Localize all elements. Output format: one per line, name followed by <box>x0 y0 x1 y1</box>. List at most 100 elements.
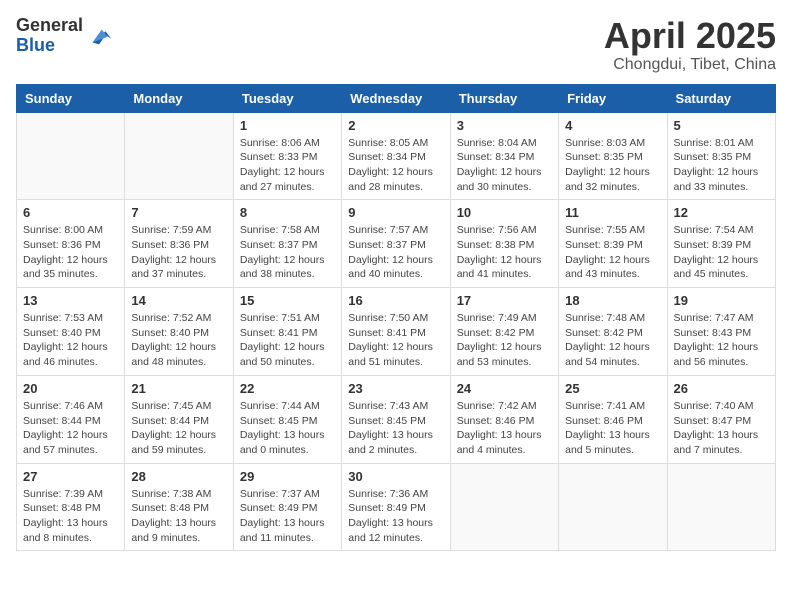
day-number: 10 <box>457 205 552 220</box>
day-info: Sunrise: 7:58 AMSunset: 8:37 PMDaylight:… <box>240 223 335 282</box>
table-row: 29 Sunrise: 7:37 AMSunset: 8:49 PMDayligh… <box>233 463 341 551</box>
header-sunday: Sunday <box>17 84 125 112</box>
day-number: 22 <box>240 381 335 396</box>
calendar-week-row: 27Sunrise: 7:39 AMSunset: 8:48 PMDayligh… <box>17 463 776 551</box>
day-info: Sunrise: 7:57 AMSunset: 8:37 PMDaylight:… <box>348 223 443 282</box>
header-tuesday: Tuesday <box>233 84 341 112</box>
day-number: 14 <box>131 293 226 308</box>
day-info: Sunrise: 8:04 AMSunset: 8:34 PMDaylight:… <box>457 136 552 195</box>
table-row: 8 Sunrise: 7:58 AMSunset: 8:37 PMDaylight… <box>233 200 341 288</box>
day-info: Sunrise: 7:44 AMSunset: 8:45 PMDaylight:… <box>240 399 335 458</box>
day-number: 13 <box>23 293 118 308</box>
day-number: 9 <box>348 205 443 220</box>
day-number: 11 <box>565 205 660 220</box>
table-row: 9 Sunrise: 7:57 AMSunset: 8:37 PMDaylight… <box>342 200 450 288</box>
day-info: Sunrise: 7:47 AMSunset: 8:43 PMDaylight:… <box>674 311 769 370</box>
day-info: Sunrise: 7:55 AMSunset: 8:39 PMDaylight:… <box>565 223 660 282</box>
day-info: Sunrise: 7:53 AMSunset: 8:40 PMDaylight:… <box>23 311 118 370</box>
day-number: 2 <box>348 118 443 133</box>
calendar-header-row: Sunday Monday Tuesday Wednesday Thursday… <box>17 84 776 112</box>
day-info: Sunrise: 8:01 AMSunset: 8:35 PMDaylight:… <box>674 136 769 195</box>
table-row: 15 Sunrise: 7:51 AMSunset: 8:41 PMDayligh… <box>233 288 341 376</box>
table-row: 20 Sunrise: 7:46 AMSunset: 8:44 PMDayligh… <box>17 375 125 463</box>
table-row: 6 Sunrise: 8:00 AMSunset: 8:36 PMDaylight… <box>17 200 125 288</box>
day-number: 26 <box>674 381 769 396</box>
day-info: Sunrise: 7:36 AMSunset: 8:49 PMDaylight:… <box>348 487 443 546</box>
day-info: Sunrise: 7:56 AMSunset: 8:38 PMDaylight:… <box>457 223 552 282</box>
table-row: 7 Sunrise: 7:59 AMSunset: 8:36 PMDaylight… <box>125 200 233 288</box>
table-row: 25 Sunrise: 7:41 AMSunset: 8:46 PMDayligh… <box>559 375 667 463</box>
day-info: Sunrise: 7:59 AMSunset: 8:36 PMDaylight:… <box>131 223 226 282</box>
header-thursday: Thursday <box>450 84 558 112</box>
calendar-table: Sunday Monday Tuesday Wednesday Thursday… <box>16 84 776 552</box>
day-number: 21 <box>131 381 226 396</box>
day-number: 25 <box>565 381 660 396</box>
table-row: 27Sunrise: 7:39 AMSunset: 8:48 PMDayligh… <box>17 463 125 551</box>
day-number: 8 <box>240 205 335 220</box>
table-row: 4 Sunrise: 8:03 AMSunset: 8:35 PMDaylight… <box>559 112 667 200</box>
month-title: April 2025 <box>604 16 776 56</box>
table-row: 3 Sunrise: 8:04 AMSunset: 8:34 PMDaylight… <box>450 112 558 200</box>
day-number: 29 <box>240 469 335 484</box>
calendar-week-row: 1Sunrise: 8:06 AMSunset: 8:33 PMDaylight… <box>17 112 776 200</box>
table-row: 14 Sunrise: 7:52 AMSunset: 8:40 PMDayligh… <box>125 288 233 376</box>
table-row: 11 Sunrise: 7:55 AMSunset: 8:39 PMDayligh… <box>559 200 667 288</box>
day-info: Sunrise: 7:52 AMSunset: 8:40 PMDaylight:… <box>131 311 226 370</box>
table-row: 10 Sunrise: 7:56 AMSunset: 8:38 PMDayligh… <box>450 200 558 288</box>
table-row: 26 Sunrise: 7:40 AMSunset: 8:47 PMDayligh… <box>667 375 775 463</box>
header-friday: Friday <box>559 84 667 112</box>
day-info: Sunrise: 8:03 AMSunset: 8:35 PMDaylight:… <box>565 136 660 195</box>
day-info: Sunrise: 7:40 AMSunset: 8:47 PMDaylight:… <box>674 399 769 458</box>
day-info: Sunrise: 7:41 AMSunset: 8:46 PMDaylight:… <box>565 399 660 458</box>
table-row: 22 Sunrise: 7:44 AMSunset: 8:45 PMDayligh… <box>233 375 341 463</box>
day-info: Sunrise: 7:43 AMSunset: 8:45 PMDaylight:… <box>348 399 443 458</box>
day-info: Sunrise: 7:37 AMSunset: 8:49 PMDaylight:… <box>240 487 335 546</box>
table-row: 16Sunrise: 7:50 AMSunset: 8:41 PMDayligh… <box>342 288 450 376</box>
day-number: 28 <box>131 469 226 484</box>
table-row: 19Sunrise: 7:47 AMSunset: 8:43 PMDayligh… <box>667 288 775 376</box>
day-number: 17 <box>457 293 552 308</box>
table-row: 17 Sunrise: 7:49 AMSunset: 8:42 PMDayligh… <box>450 288 558 376</box>
header-monday: Monday <box>125 84 233 112</box>
table-row: 28 Sunrise: 7:38 AMSunset: 8:48 PMDayligh… <box>125 463 233 551</box>
day-info: Sunrise: 7:49 AMSunset: 8:42 PMDaylight:… <box>457 311 552 370</box>
day-info: Sunrise: 8:00 AMSunset: 8:36 PMDaylight:… <box>23 223 118 282</box>
logo-blue-text: Blue <box>16 35 55 55</box>
logo: General Blue <box>16 16 113 56</box>
day-number: 7 <box>131 205 226 220</box>
day-info: Sunrise: 7:42 AMSunset: 8:46 PMDaylight:… <box>457 399 552 458</box>
day-info: Sunrise: 7:48 AMSunset: 8:42 PMDaylight:… <box>565 311 660 370</box>
day-number: 24 <box>457 381 552 396</box>
day-info: Sunrise: 7:46 AMSunset: 8:44 PMDaylight:… <box>23 399 118 458</box>
day-number: 12 <box>674 205 769 220</box>
table-row: 13 Sunrise: 7:53 AMSunset: 8:40 PMDayligh… <box>17 288 125 376</box>
table-row: 1Sunrise: 8:06 AMSunset: 8:33 PMDaylight… <box>233 112 341 200</box>
table-row <box>450 463 558 551</box>
header-wednesday: Wednesday <box>342 84 450 112</box>
day-number: 30 <box>348 469 443 484</box>
logo-general-text: General <box>16 15 83 35</box>
location-title: Chongdui, Tibet, China <box>604 56 776 74</box>
day-number: 6 <box>23 205 118 220</box>
day-number: 20 <box>23 381 118 396</box>
day-number: 4 <box>565 118 660 133</box>
calendar-week-row: 6 Sunrise: 8:00 AMSunset: 8:36 PMDaylight… <box>17 200 776 288</box>
day-number: 18 <box>565 293 660 308</box>
day-number: 3 <box>457 118 552 133</box>
day-info: Sunrise: 8:06 AMSunset: 8:33 PMDaylight:… <box>240 136 335 195</box>
calendar-week-row: 13 Sunrise: 7:53 AMSunset: 8:40 PMDayligh… <box>17 288 776 376</box>
calendar-week-row: 20 Sunrise: 7:46 AMSunset: 8:44 PMDayligh… <box>17 375 776 463</box>
table-row: 30 Sunrise: 7:36 AMSunset: 8:49 PMDayligh… <box>342 463 450 551</box>
day-info: Sunrise: 7:50 AMSunset: 8:41 PMDaylight:… <box>348 311 443 370</box>
table-row: 18 Sunrise: 7:48 AMSunset: 8:42 PMDayligh… <box>559 288 667 376</box>
table-row: 2 Sunrise: 8:05 AMSunset: 8:34 PMDaylight… <box>342 112 450 200</box>
day-info: Sunrise: 7:38 AMSunset: 8:48 PMDaylight:… <box>131 487 226 546</box>
table-row <box>17 112 125 200</box>
day-info: Sunrise: 7:51 AMSunset: 8:41 PMDaylight:… <box>240 311 335 370</box>
table-row: 21Sunrise: 7:45 AMSunset: 8:44 PMDayligh… <box>125 375 233 463</box>
logo-icon <box>85 22 113 50</box>
table-row: 24 Sunrise: 7:42 AMSunset: 8:46 PMDayligh… <box>450 375 558 463</box>
day-info: Sunrise: 8:05 AMSunset: 8:34 PMDaylight:… <box>348 136 443 195</box>
day-info: Sunrise: 7:39 AMSunset: 8:48 PMDaylight:… <box>23 487 118 546</box>
day-number: 15 <box>240 293 335 308</box>
